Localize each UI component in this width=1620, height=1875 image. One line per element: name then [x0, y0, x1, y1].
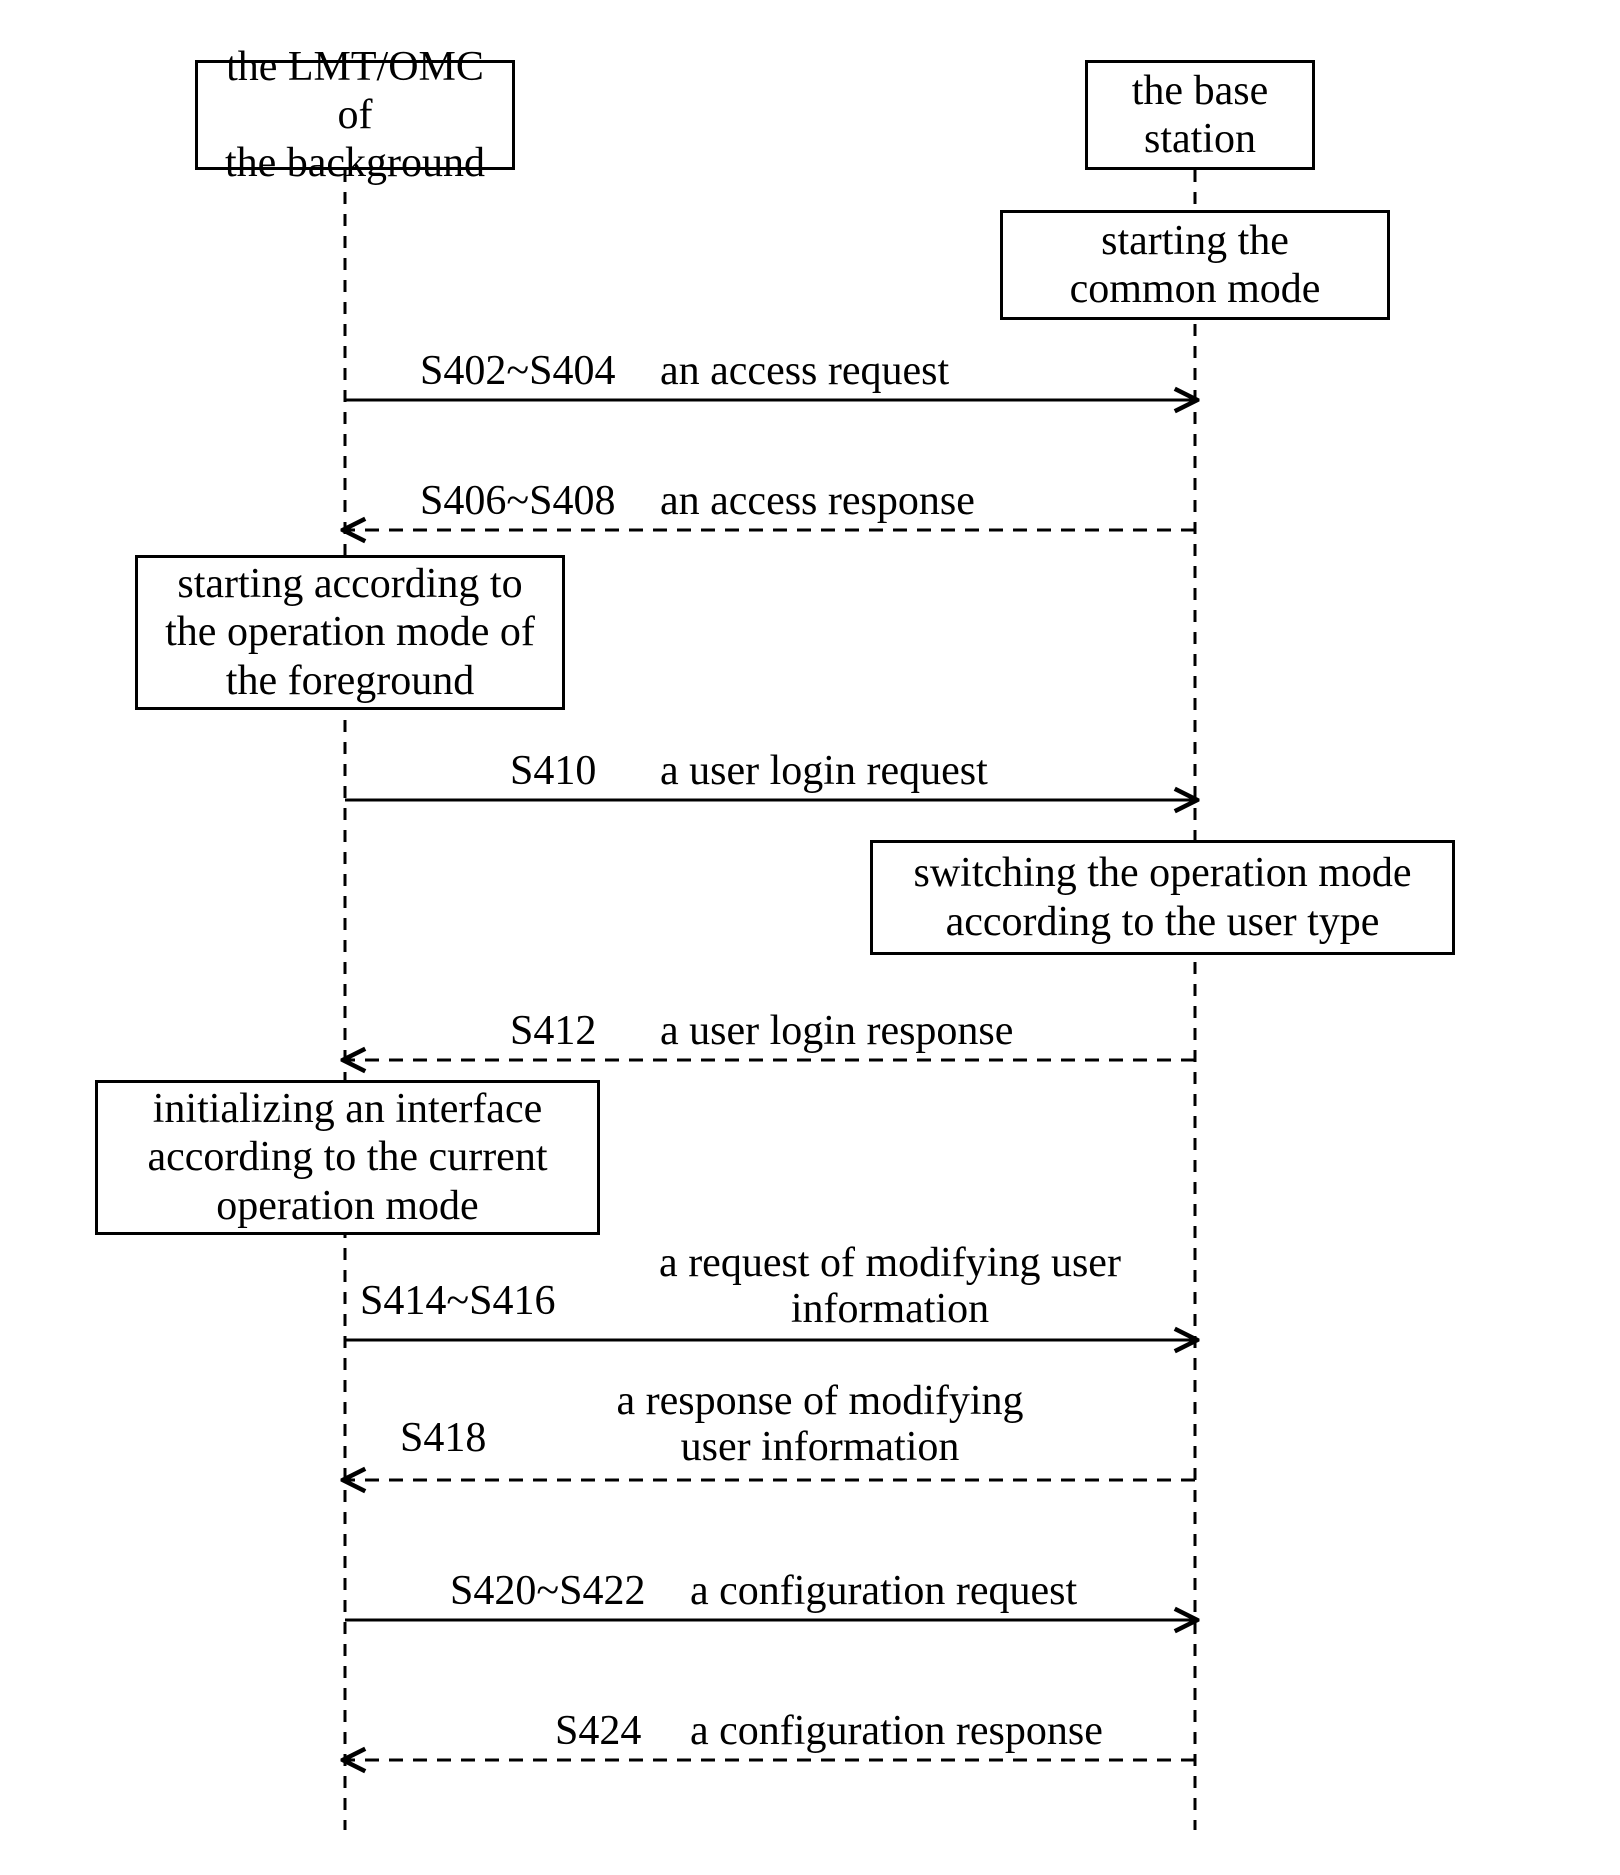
step-label-m6: S418 — [400, 1415, 486, 1461]
message-label-m2: an access response — [660, 478, 975, 524]
message-label-m1: an access request — [660, 348, 949, 394]
note-start-common-mode: starting thecommon mode — [1000, 210, 1390, 320]
step-label-m7: S420~S422 — [450, 1568, 645, 1614]
step-label-m4: S412 — [510, 1008, 596, 1054]
message-label-m8: a configuration response — [690, 1708, 1103, 1754]
step-label-m3: S410 — [510, 748, 596, 794]
note-initializing-interface: initializing an interfaceaccording to th… — [95, 1080, 600, 1235]
note-start-according: starting according tothe operation mode … — [135, 555, 565, 710]
message-label-m5: a request of modifying userinformation — [620, 1240, 1160, 1332]
message-label-m7: a configuration request — [690, 1568, 1077, 1614]
participant-lmt-omc: the LMT/OMC ofthe background — [195, 60, 515, 170]
step-label-m1: S402~S404 — [420, 348, 615, 394]
message-label-m3: a user login request — [660, 748, 988, 794]
step-label-m2: S406~S408 — [420, 478, 615, 524]
step-label-m5: S414~S416 — [360, 1278, 555, 1324]
sequence-diagram: the LMT/OMC ofthe background the basesta… — [0, 0, 1620, 1875]
message-label-m6: a response of modifyinguser information — [580, 1378, 1060, 1470]
step-label-m8: S424 — [555, 1708, 641, 1754]
message-label-m4: a user login response — [660, 1008, 1013, 1054]
participant-base-station: the basestation — [1085, 60, 1315, 170]
note-switching-mode: switching the operation modeaccording to… — [870, 840, 1455, 955]
